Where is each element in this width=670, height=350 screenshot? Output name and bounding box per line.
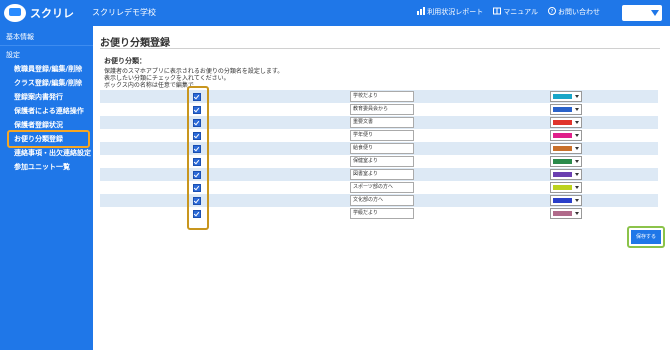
page-title: お便り分類登録 [100, 38, 170, 49]
category-name-input[interactable]: 給食便り [350, 143, 414, 154]
table-row: 保健室より [100, 155, 658, 168]
category-name-input[interactable]: 学年便り [350, 130, 414, 141]
sidebar: 基本情報 設定 教職員登録/編集/削除 クラス登録/編集/削除 登録案内書発行 … [0, 26, 93, 350]
chevron-down-icon [575, 121, 579, 124]
app-logo-icon[interactable] [4, 4, 26, 22]
color-swatch [553, 198, 572, 203]
sidebar-item-contact-settings[interactable]: 連絡事項・出欠連絡設定 [0, 146, 107, 160]
color-swatch [553, 94, 572, 99]
category-color-select[interactable] [550, 169, 582, 180]
contact-link[interactable]: ? お問い合わせ [548, 7, 600, 17]
chevron-down-icon [575, 186, 579, 189]
table-row: 図書室より [100, 168, 658, 181]
color-swatch [553, 159, 572, 164]
table-row: 重要文書 [100, 116, 658, 129]
app-name[interactable]: スクリレ [30, 5, 74, 21]
sidebar-divider [0, 45, 93, 46]
save-button-highlight: 保存する [627, 226, 665, 248]
sidebar-item-parent-contact[interactable]: 保護者による連絡操作 [0, 104, 107, 118]
category-color-select[interactable] [550, 182, 582, 193]
chevron-down-icon [575, 199, 579, 202]
category-color-select[interactable] [550, 130, 582, 141]
category-name-input[interactable]: 図書室より [350, 169, 414, 180]
usage-report-label: 利用状況レポート [427, 8, 484, 16]
chart-icon [417, 7, 426, 15]
color-swatch [553, 211, 572, 216]
sidebar-item-basic-info[interactable]: 基本情報 [0, 30, 99, 44]
category-name-input[interactable]: 学級だより [350, 208, 414, 219]
chevron-down-icon [575, 95, 579, 98]
color-swatch [553, 172, 572, 177]
table-row: 学級だより [100, 207, 658, 220]
chevron-down-icon [575, 160, 579, 163]
sidebar-item-units[interactable]: 参加ユニット一覧 [0, 160, 107, 174]
sidebar-item-registration-guide[interactable]: 登録案内書発行 [0, 90, 107, 104]
sidebar-item-letter-category[interactable]: お便り分類登録 [0, 132, 107, 146]
header-links: 利用状況レポート マニュアル ? お問い合わせ [417, 7, 600, 17]
category-name-input[interactable]: 保健室より [350, 156, 414, 167]
chevron-down-icon [575, 147, 579, 150]
manual-label: マニュアル [503, 8, 538, 16]
book-icon [493, 7, 502, 15]
top-bar: スクリレ スクリレデモ学校 利用状況レポート マニュアル ? お問い合わせ [0, 0, 670, 26]
category-color-select[interactable] [550, 195, 582, 206]
description-line-3: ボックス内の名称は任意で編集で [104, 82, 194, 89]
chevron-down-icon [651, 10, 659, 16]
table-row: 文化部の方へ [100, 194, 658, 207]
category-name-input[interactable]: 重要文書 [350, 117, 414, 128]
color-swatch [553, 185, 572, 190]
logo-mark [9, 8, 21, 16]
color-swatch [553, 120, 572, 125]
chevron-down-icon [575, 173, 579, 176]
manual-link[interactable]: マニュアル [493, 7, 538, 17]
checkbox-column-highlight [187, 86, 209, 230]
category-color-select[interactable] [550, 208, 582, 219]
school-name: スクリレデモ学校 [92, 8, 156, 17]
category-color-select[interactable] [550, 117, 582, 128]
category-color-select[interactable] [550, 143, 582, 154]
question-icon: ? [548, 7, 556, 15]
category-name-input[interactable]: 学校だより [350, 91, 414, 102]
category-name-input[interactable]: 教育委員会から [350, 104, 414, 115]
category-name-input[interactable]: 文化部の方へ [350, 195, 414, 206]
category-color-select[interactable] [550, 156, 582, 167]
category-color-select[interactable] [550, 91, 582, 102]
sidebar-item-staff[interactable]: 教職員登録/編集/削除 [0, 62, 107, 76]
color-swatch [553, 133, 572, 138]
contact-label: お問い合わせ [558, 8, 600, 16]
chevron-down-icon [575, 134, 579, 137]
save-button[interactable]: 保存する [631, 230, 661, 244]
sidebar-item-class[interactable]: クラス登録/編集/削除 [0, 76, 107, 90]
sidebar-item-settings[interactable]: 設定 [0, 48, 99, 62]
svg-text:?: ? [551, 9, 554, 15]
table-row: 学校だより [100, 90, 658, 103]
table-row: スポーツ部の方へ [100, 181, 658, 194]
table-row: 教育委員会から [100, 103, 658, 116]
chevron-down-icon [575, 212, 579, 215]
usage-report-link[interactable]: 利用状況レポート [417, 7, 483, 17]
user-menu-dropdown[interactable] [622, 5, 662, 21]
section-label: お便り分類： [104, 57, 146, 65]
category-name-input[interactable]: スポーツ部の方へ [350, 182, 414, 193]
title-divider [100, 48, 660, 49]
category-color-select[interactable] [550, 104, 582, 115]
color-swatch [553, 146, 572, 151]
table-row: 学年便り [100, 129, 658, 142]
table-row: 給食便り [100, 142, 658, 155]
color-swatch [553, 107, 572, 112]
chevron-down-icon [575, 108, 579, 111]
